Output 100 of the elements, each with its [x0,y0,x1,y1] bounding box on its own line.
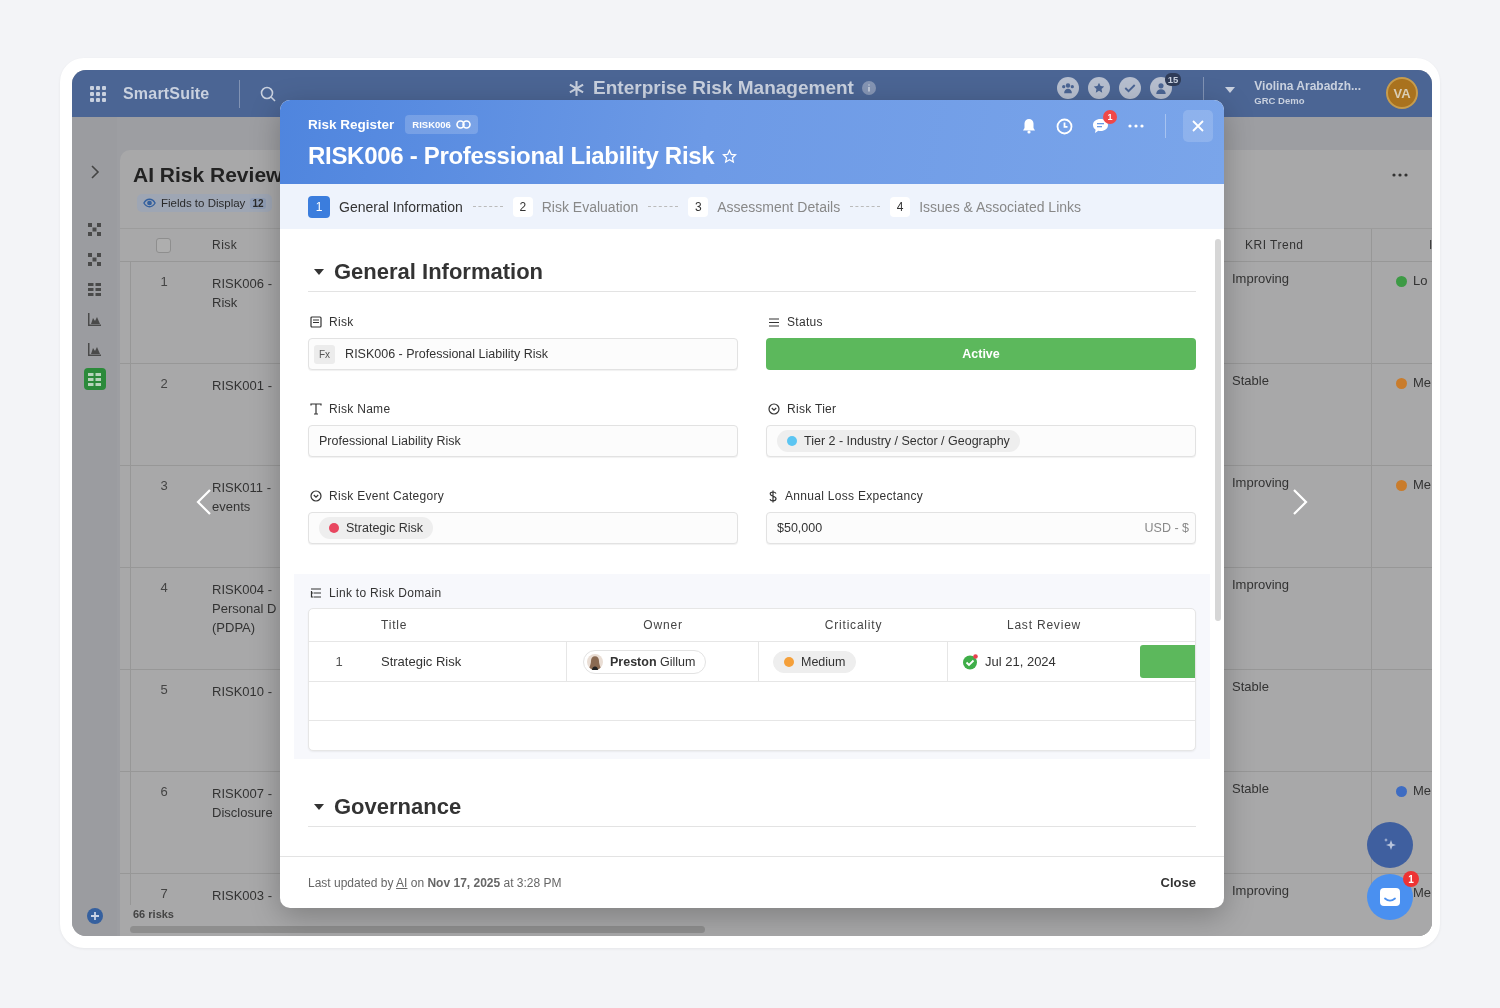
table-cell: RISK010 - [212,684,272,699]
table-cell: Me [1413,375,1432,390]
close-icon [1192,120,1204,132]
favorite-star-icon[interactable] [722,148,738,164]
section-title: General Information [334,259,544,285]
close-button[interactable]: Close [1146,869,1210,896]
column-header: Risk [212,238,238,252]
apps-menu-icon[interactable] [89,84,107,103]
field-count: 12 [250,197,266,209]
row-number: 4 [160,580,168,595]
status-cell [1140,645,1195,678]
fields-to-display-button[interactable]: Fields to Display 12 [137,194,272,212]
more-icon[interactable] [1128,124,1144,128]
history-icon[interactable] [1056,117,1073,135]
step-tab[interactable]: 1 General Information [308,195,463,218]
table-cell: RISK001 - [212,378,272,393]
criticality-tag: Medium [773,650,857,673]
expand-icon[interactable] [89,164,100,180]
more-icon[interactable] [1392,173,1408,177]
link-icon [455,120,471,129]
list-icon [768,317,780,327]
table-cell: Improving [1232,883,1290,898]
collapse-caret-icon[interactable] [314,804,324,810]
table-cell: RISK007 - Disclosure [212,786,273,820]
row-number: 1 [160,274,168,289]
people-icon[interactable] [1057,77,1080,99]
add-icon[interactable] [86,908,103,924]
table-cell: Stable [1232,679,1269,694]
option-tag: Tier 2 - Industry / Sector / Geography [777,430,1020,452]
record-title: RISK006 - Professional Liability Risk [308,142,715,170]
close-button[interactable] [1183,110,1213,142]
field-label: Risk Tier [787,402,837,416]
table-cell: Improving [1232,271,1290,286]
record-count: 66 risks [133,908,174,920]
column-header: Title [381,618,408,632]
table-cell: RISK004 - Personal D (PDPA) [212,582,277,635]
previous-record-icon[interactable] [196,488,212,516]
check-icon[interactable] [1119,77,1142,99]
table-cell: RISK006 - Risk [212,276,272,310]
dropdown-icon [310,490,322,502]
breadcrumb-link[interactable]: Risk Register [308,117,395,132]
row-number: 6 [160,784,168,799]
table-cell: Stable [1232,373,1269,388]
column-header: Criticality [824,618,883,632]
text-icon [310,403,322,415]
row-number: 2 [160,376,168,391]
grid-view-icon[interactable] [83,368,106,390]
formula-icon [310,316,322,328]
step-tab[interactable]: 4 Issues & Associated Links [890,196,1082,217]
field-label: Risk Name [329,402,391,416]
bell-icon[interactable] [1021,118,1037,134]
comment-count: 1 [1103,110,1117,124]
workspace-title: Enterprise Risk Management [593,77,854,99]
horizontal-scrollbar[interactable] [130,926,705,933]
step-tab[interactable]: 3 Assessment Details [688,196,841,217]
last-updated-text: Last updated by AI on Nov 17, 2025 at 3:28 PM [308,875,562,890]
field-label: Risk [329,315,354,329]
column-header: Last Review [1006,618,1082,632]
table-cell: Me [1413,885,1432,900]
table-cell: Me [1413,477,1432,492]
table-cell: Lo [1413,273,1428,288]
field-label: Status [787,315,823,329]
next-record-icon[interactable] [1292,488,1308,516]
table-cell: RISK003 - [212,888,272,903]
linked-record-icon [310,587,322,599]
info-icon[interactable] [861,81,876,95]
select-all-checkbox[interactable] [156,237,171,253]
field-label: Annual Loss Expectancy [785,489,923,503]
collapse-caret-icon[interactable] [314,269,324,275]
column-header: I [1429,238,1432,252]
user-name: Violina Arabadzh... [1254,79,1361,93]
row-number: 1 [335,654,343,669]
chat-icon [1379,887,1401,907]
text-field[interactable]: Professional Liability Risk [308,425,738,457]
search-icon[interactable] [260,85,277,102]
row-number: 7 [160,886,168,901]
column-header: KRI Trend [1245,238,1304,252]
eye-icon [143,198,156,208]
comment-icon[interactable] [1092,118,1109,134]
section-title: Governance [334,794,462,820]
step-tab[interactable]: 2 Risk Evaluation [512,196,639,217]
brand-name: SmartSuite [123,84,210,103]
table-cell: Jul 21, 2024 [985,654,1056,669]
caret-icon[interactable] [1225,87,1236,93]
author-link[interactable]: AI [396,875,408,890]
dropdown-icon [768,403,780,415]
row-number: 5 [160,682,168,697]
organization-name: GRC Demo [1254,95,1306,106]
formula-badge: Fx [314,344,336,364]
table-cell: Improving [1232,577,1290,592]
table-cell: Strategic Risk [381,654,462,669]
option-tag: Strategic Risk [319,517,434,539]
table-cell: Stable [1232,781,1269,796]
field-label: Risk Event Category [329,489,445,503]
dollar-icon [768,489,778,503]
formula-value: RISK006 - Professional Liability Risk [345,347,548,361]
column-header: Owner [643,618,683,632]
notification-count: 15 [1164,73,1182,86]
table-cell: Me [1413,783,1432,798]
table-cell: Improving [1232,475,1290,490]
